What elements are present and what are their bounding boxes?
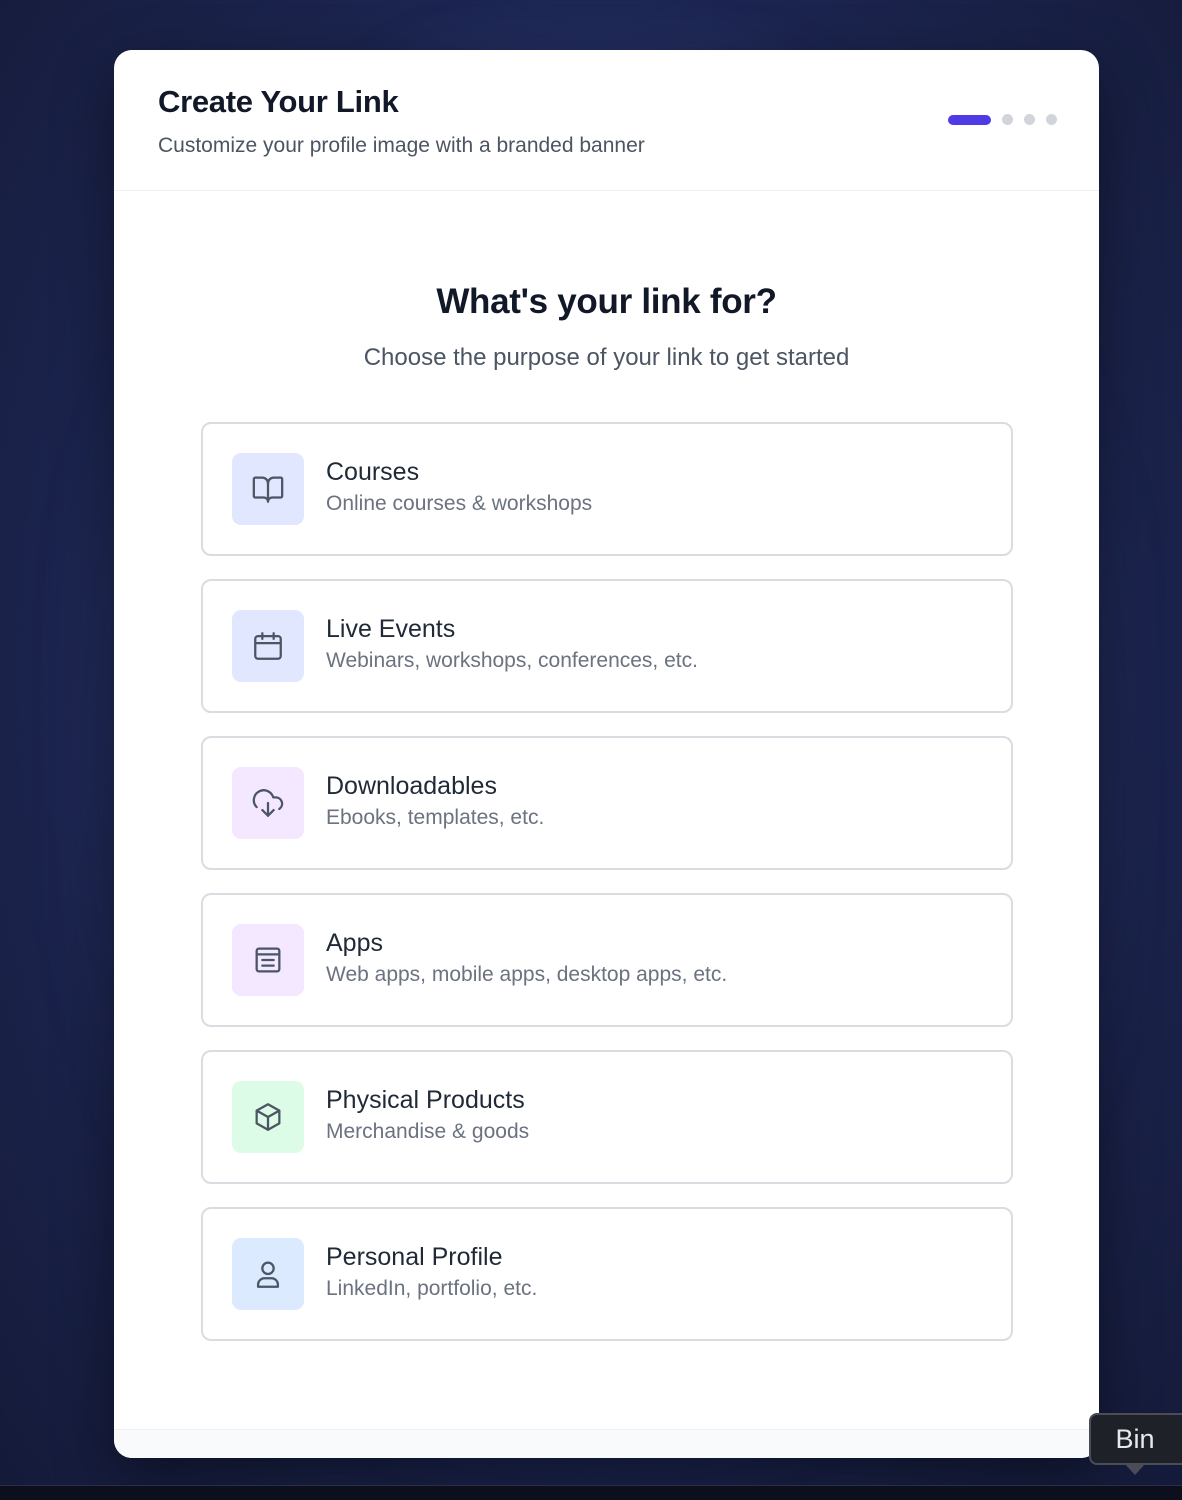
question-heading: What's your link for? xyxy=(436,282,777,321)
option-downloadables[interactable]: Downloadables Ebooks, templates, etc. xyxy=(201,736,1013,870)
dock-strip xyxy=(0,1485,1182,1500)
step-indicator xyxy=(948,114,1057,125)
option-title: Downloadables xyxy=(326,772,497,800)
option-physical-products[interactable]: Physical Products Merchandise & goods xyxy=(201,1050,1013,1184)
option-description: Ebooks, templates, etc. xyxy=(326,806,545,829)
option-description: Merchandise & goods xyxy=(326,1120,530,1143)
option-description: Webinars, workshops, conferences, etc. xyxy=(326,649,698,672)
option-title: Apps xyxy=(326,929,383,957)
option-apps[interactable]: Apps Web apps, mobile apps, desktop apps… xyxy=(201,893,1013,1027)
step-3 xyxy=(1024,114,1035,125)
modal-header: Create Your Link Customize your profile … xyxy=(114,50,1099,191)
step-4 xyxy=(1046,114,1057,125)
calendar-icon xyxy=(232,610,304,682)
step-1-active xyxy=(948,114,991,125)
option-description: Online courses & workshops xyxy=(326,492,593,515)
option-courses[interactable]: Courses Online courses & workshops xyxy=(201,422,1013,556)
step-2 xyxy=(1002,114,1013,125)
option-description: LinkedIn, portfolio, etc. xyxy=(326,1277,538,1300)
modal-title: Create Your Link xyxy=(158,84,399,119)
question-subheading: Choose the purpose of your link to get s… xyxy=(363,344,850,371)
app-window-icon xyxy=(232,924,304,996)
create-link-modal: Create Your Link Customize your profile … xyxy=(114,50,1099,1458)
package-box-icon xyxy=(232,1081,304,1153)
purpose-options: Courses Online courses & workshops Live … xyxy=(201,422,1013,1364)
option-personal-profile[interactable]: Personal Profile LinkedIn, portfolio, et… xyxy=(201,1207,1013,1341)
user-icon xyxy=(232,1238,304,1310)
option-title: Physical Products xyxy=(326,1086,525,1114)
option-title: Live Events xyxy=(326,615,456,643)
option-description: Web apps, mobile apps, desktop apps, etc… xyxy=(326,963,728,986)
option-live-events[interactable]: Live Events Webinars, workshops, confere… xyxy=(201,579,1013,713)
option-title: Courses xyxy=(326,458,420,486)
modal-subtitle: Customize your profile image with a bran… xyxy=(158,134,645,157)
book-icon xyxy=(232,453,304,525)
cloud-download-icon xyxy=(232,767,304,839)
tooltip-arrow xyxy=(1124,1463,1146,1475)
modal-footer xyxy=(114,1429,1099,1458)
dock-tooltip: Bin xyxy=(1089,1413,1182,1465)
option-title: Personal Profile xyxy=(326,1243,503,1271)
